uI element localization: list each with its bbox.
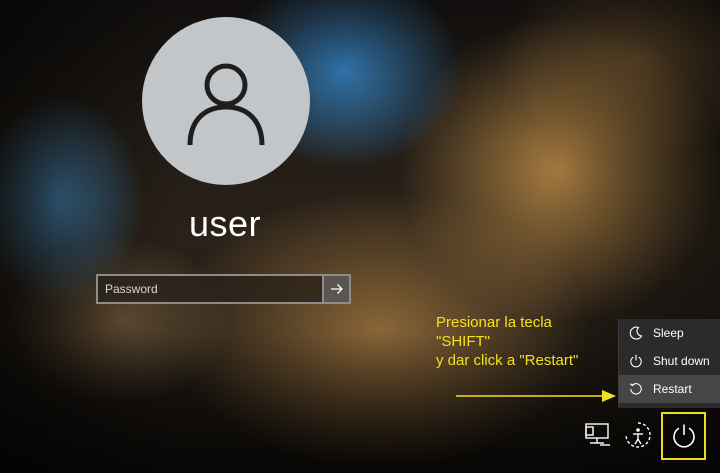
power-button[interactable]	[661, 412, 706, 460]
ease-of-access-icon	[625, 422, 651, 448]
moon-icon	[628, 325, 644, 341]
power-icon	[628, 353, 644, 369]
instruction-annotation: Presionar la tecla "SHIFT" y dar click a…	[436, 313, 578, 370]
arrow-right-icon	[330, 284, 343, 294]
annotation-line: Presionar la tecla	[436, 314, 552, 331]
network-icon	[585, 423, 610, 446]
user-silhouette-icon	[187, 63, 265, 146]
password-box	[96, 274, 351, 304]
menu-item-label: Shut down	[653, 354, 710, 368]
password-input[interactable]	[96, 274, 322, 304]
menu-item-label: Sleep	[653, 326, 684, 340]
power-icon	[672, 424, 695, 448]
annotation-line: "SHIFT"	[436, 333, 490, 350]
network-button[interactable]	[582, 420, 614, 450]
menu-item-label: Restart	[653, 382, 692, 396]
restart-icon	[628, 381, 644, 397]
user-avatar	[142, 17, 310, 185]
menu-item-shut-down[interactable]: Shut down	[619, 347, 720, 375]
menu-item-sleep[interactable]: Sleep	[619, 319, 720, 347]
annotation-arrow	[456, 390, 616, 402]
power-options-menu: Sleep Shut down Restart	[618, 319, 720, 408]
annotation-line: y dar click a "Restart"	[436, 352, 579, 369]
user-name: user	[188, 203, 262, 244]
menu-item-restart[interactable]: Restart	[619, 375, 720, 403]
ease-of-access-button[interactable]	[622, 419, 654, 451]
password-submit-button[interactable]	[322, 274, 351, 304]
